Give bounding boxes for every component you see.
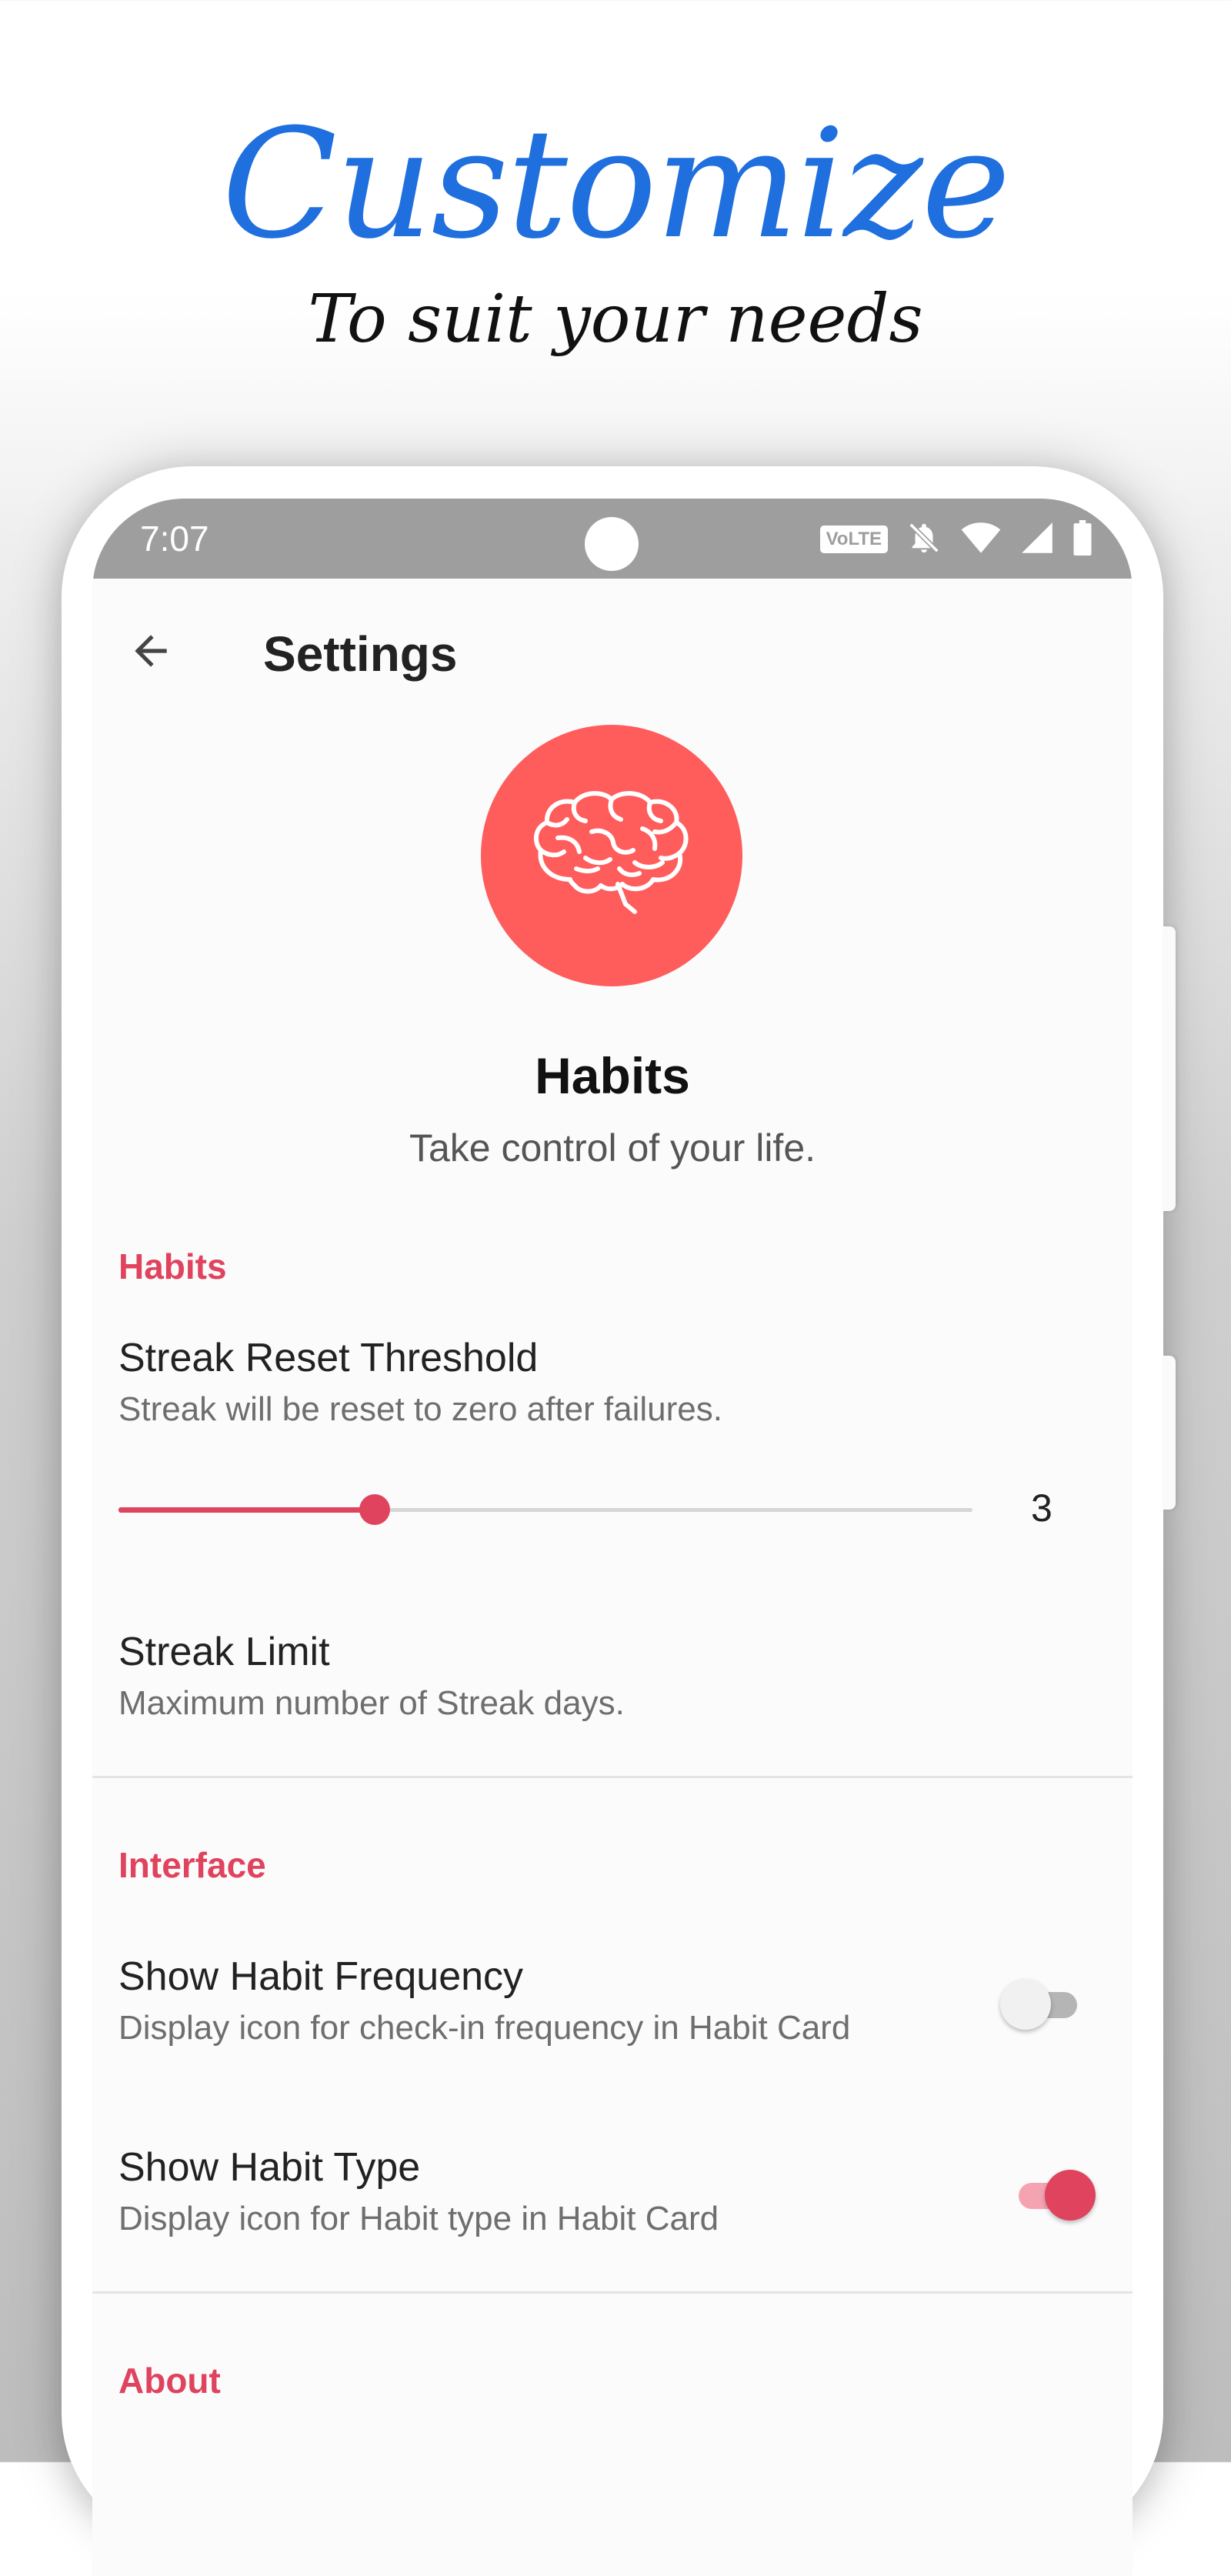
streak-limit-title[interactable]: Streak Limit [118,1627,330,1677]
show-habit-type-summary: Display icon for Habit type in Habit Car… [118,2200,719,2237]
section-header-about: About [118,2361,221,2401]
slider-value: 3 [1031,1487,1053,1530]
show-habit-type-title: Show Habit Type [118,2145,421,2190]
streak-reset-threshold-summary: Streak will be reset to zero after failu… [118,1390,722,1428]
slider-fill [118,1507,375,1513]
app-bar: Settings [92,579,1133,725]
status-icons: VoLTE [819,519,1093,559]
phone-screen: 7:07 VoLTE Settings Habits Take control … [92,499,1133,2576]
battery-icon [1073,519,1093,559]
streak-reset-threshold-title: Streak Reset Threshold [118,1336,539,1380]
section-divider [92,1776,1133,1778]
app-logo [481,725,742,986]
front-camera [585,517,639,571]
page-title: Settings [263,626,458,682]
status-bar: 7:07 VoLTE [92,499,1133,579]
phone-side-button-power [1163,926,1176,1211]
promo-subtitle: To suit your needs [308,281,923,358]
status-time: 7:07 [140,519,209,559]
show-habit-frequency-summary: Display icon for check-in frequency in H… [118,2009,851,2047]
phone-side-button-volume [1163,1356,1176,1510]
section-header-interface: Interface [118,1845,266,1885]
switch-thumb [1000,1979,1051,2030]
wifi-icon [960,521,1002,559]
streak-limit-summary: Maximum number of Streak days. [118,1684,625,1722]
brain-icon [527,789,696,923]
signal-icon [1020,521,1054,559]
streak-reset-slider[interactable] [118,1487,972,1533]
arrow-back-icon [127,627,175,679]
slider-thumb[interactable] [359,1494,390,1525]
promo-title: Customize [222,97,1010,272]
app-name: Habits [535,1047,690,1104]
bell-off-icon [906,520,942,559]
volte-icon: VoLTE [819,526,888,553]
show-habit-frequency-title: Show Habit Frequency [118,1954,524,1999]
app-tagline: Take control of your life. [409,1126,816,1170]
section-header-habits: Habits [118,1246,227,1286]
section-divider [92,2291,1133,2294]
back-button[interactable] [114,616,188,689]
switch-thumb [1045,2170,1096,2221]
show-habit-frequency-switch[interactable] [1000,1977,1085,2031]
show-habit-type-switch[interactable] [1011,2168,1096,2222]
